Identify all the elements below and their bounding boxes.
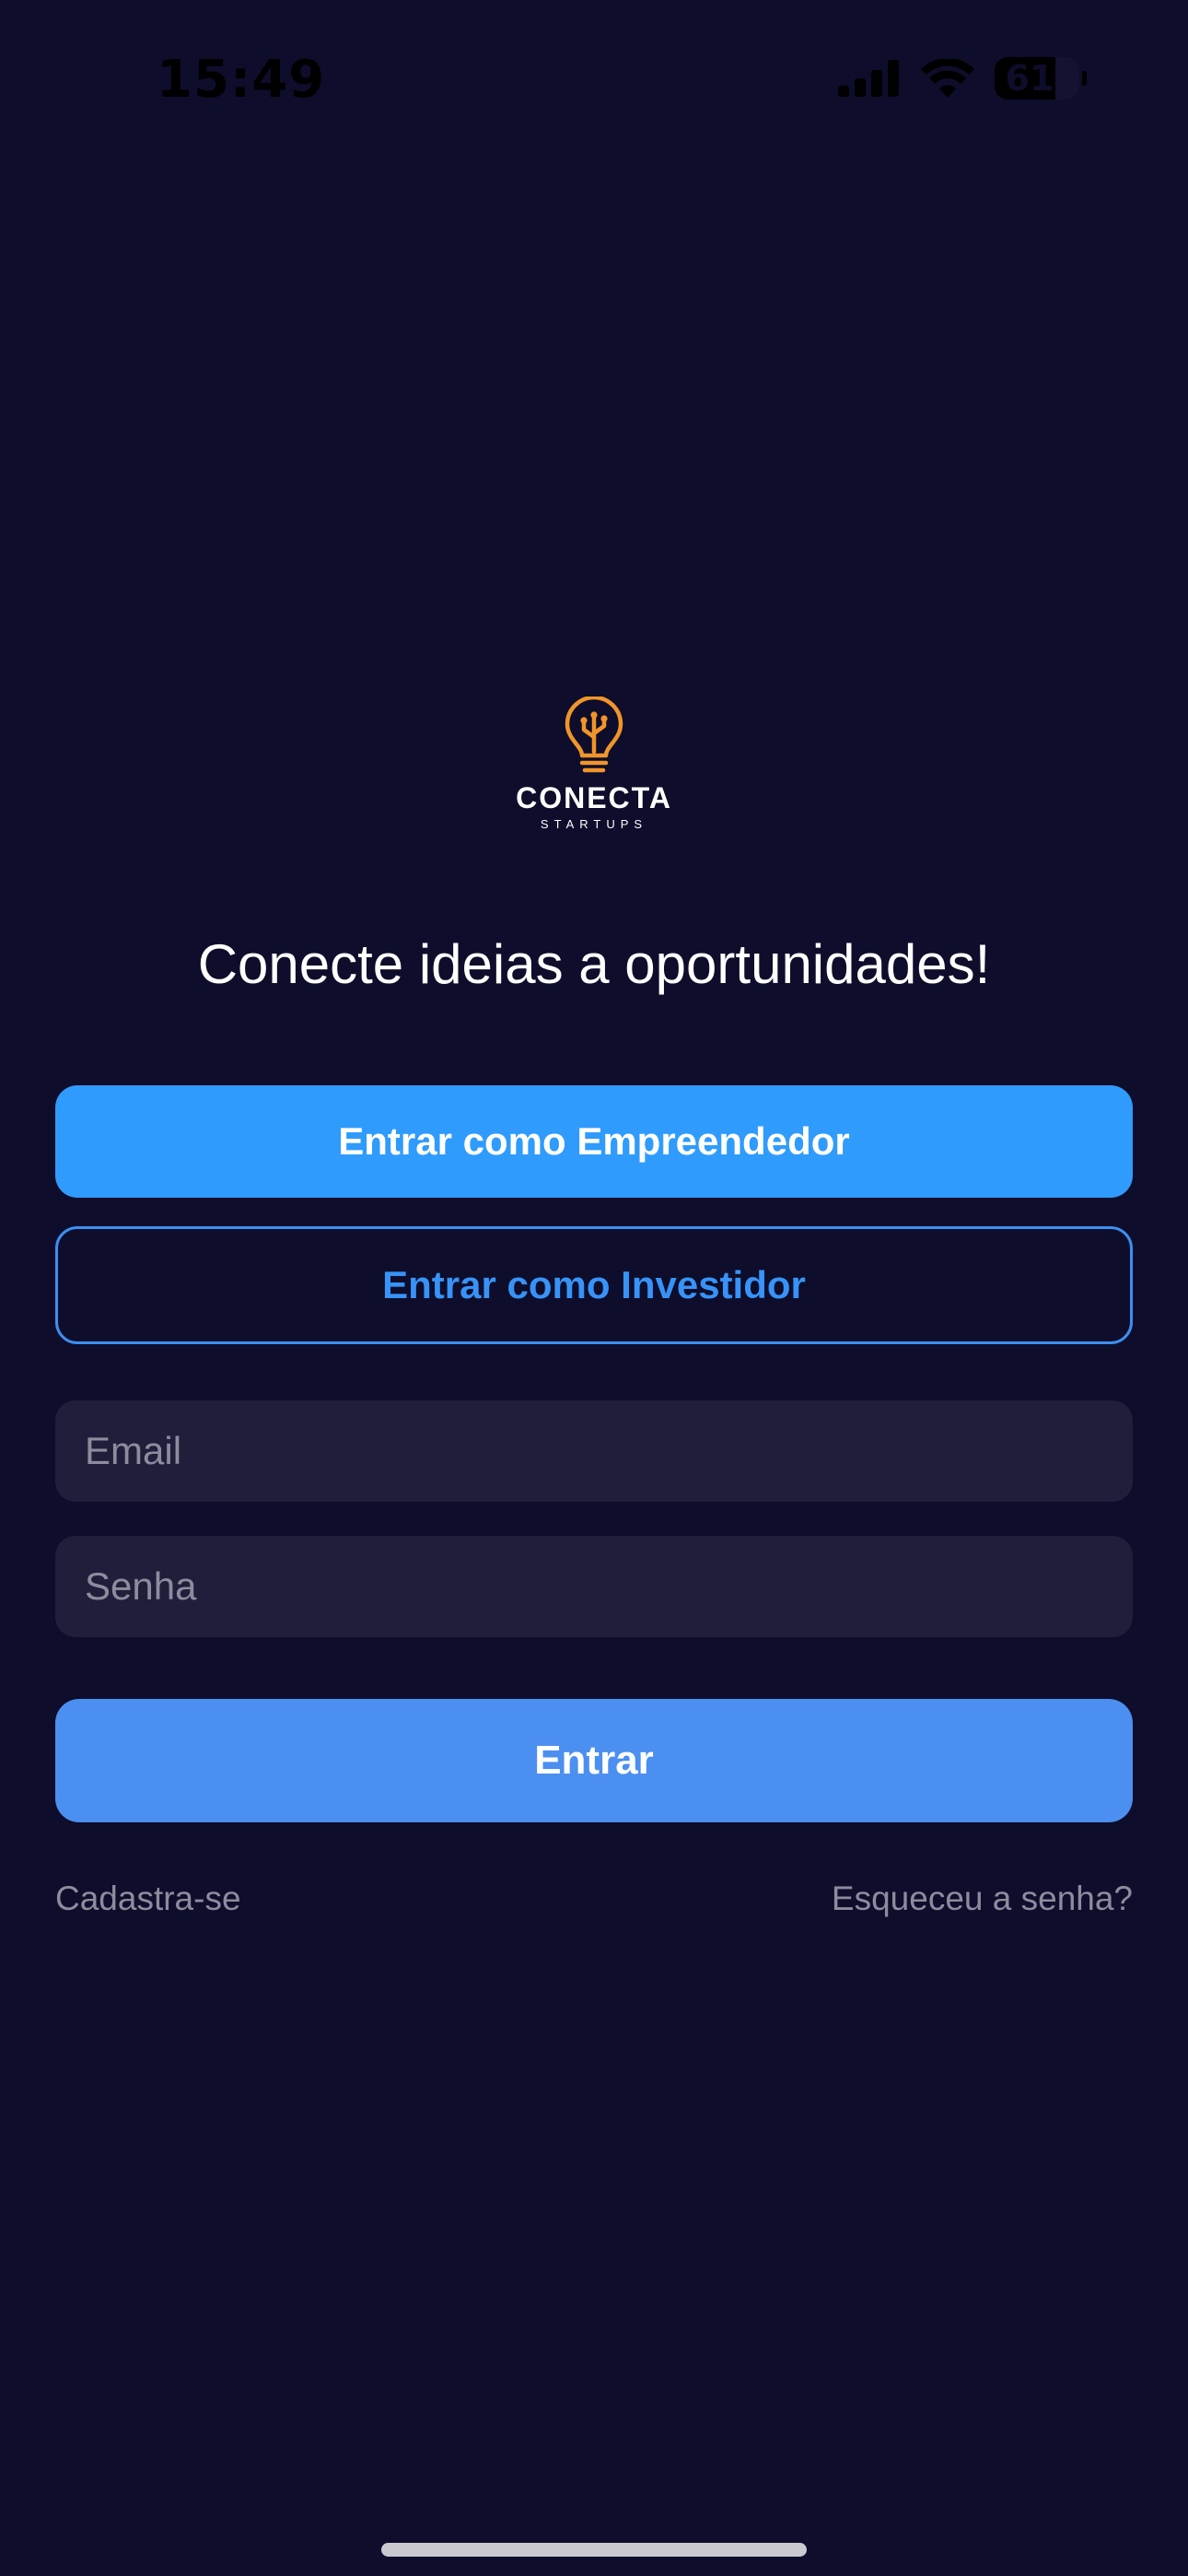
status-time: 15:49 <box>157 50 326 110</box>
entrepreneur-login-button[interactable]: Entrar como Empreendedor <box>55 1085 1133 1198</box>
login-button[interactable]: Entrar <box>55 1699 1133 1822</box>
password-field[interactable] <box>83 1563 1105 1610</box>
lightbulb-circuit-icon <box>565 697 623 773</box>
home-indicator[interactable] <box>381 2543 807 2557</box>
logo-subtitle: STARTUPS <box>540 817 648 831</box>
email-field[interactable] <box>83 1428 1105 1474</box>
investor-login-button[interactable]: Entrar como Investidor <box>55 1226 1133 1344</box>
wifi-icon <box>921 59 974 98</box>
password-field-container <box>55 1536 1133 1637</box>
app-logo: CONECTA STARTUPS <box>0 697 1188 830</box>
cellular-signal-icon <box>838 60 899 97</box>
battery-level: 61 <box>1005 58 1054 99</box>
logo-wordmark: CONECTA <box>516 781 672 814</box>
battery-icon: 61 <box>995 57 1087 100</box>
signup-link[interactable]: Cadastra-se <box>55 1879 241 1918</box>
status-icons: 61 <box>838 55 1087 101</box>
email-field-container <box>55 1400 1133 1502</box>
forgot-password-link[interactable]: Esqueceu a senha? <box>832 1879 1133 1918</box>
headline: Conecte ideias a oportunidades! <box>197 933 991 995</box>
